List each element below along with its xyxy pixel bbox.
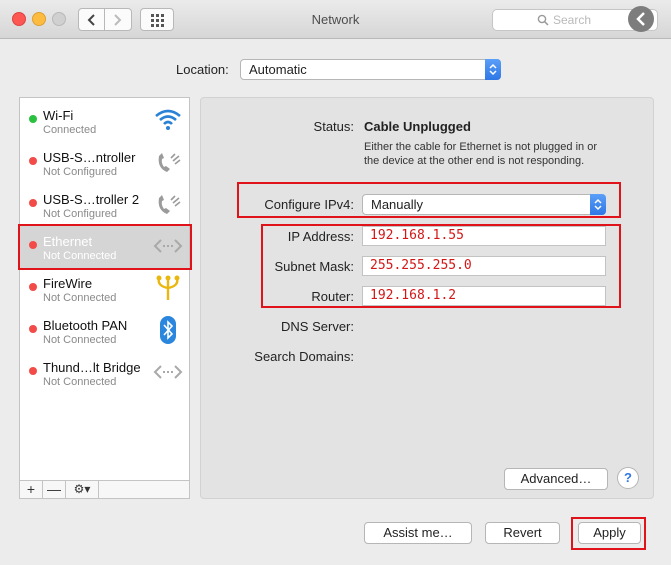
- add-service-button[interactable]: +: [20, 481, 43, 498]
- status-dot: [29, 325, 37, 333]
- chevron-left-icon: [636, 12, 645, 26]
- configure-ipv4-select[interactable]: Manually: [362, 194, 606, 215]
- updown-arrows-icon: [485, 59, 501, 80]
- search-placeholder: Search: [553, 13, 592, 27]
- service-status: Not Configured: [43, 208, 117, 220]
- navigate-back-button[interactable]: [628, 6, 654, 32]
- gear-menu-button[interactable]: ⚙▾: [66, 481, 99, 498]
- apply-button[interactable]: Apply: [578, 522, 641, 544]
- service-status: Not Connected: [43, 292, 117, 304]
- help-button[interactable]: ?: [617, 467, 639, 489]
- service-name: USB-S…ntroller: [43, 150, 136, 165]
- service-name: Thund…lt Bridge: [43, 360, 141, 375]
- service-name: Ethernet: [43, 234, 93, 249]
- service-status: Not Connected: [43, 250, 117, 262]
- assist-me-button[interactable]: Assist me…: [364, 522, 472, 544]
- configure-ipv4-label: Configure IPv4:: [264, 197, 354, 212]
- remove-service-button[interactable]: —: [43, 481, 66, 498]
- configure-ipv4-value: Manually: [371, 197, 424, 212]
- status-dot: [29, 199, 37, 207]
- location-label: Location:: [176, 62, 229, 77]
- service-status: Connected: [43, 124, 97, 136]
- status-dot: [29, 283, 37, 291]
- location-value: Automatic: [249, 62, 307, 77]
- service-name: Wi-Fi: [43, 108, 74, 123]
- status-dot: [29, 367, 37, 375]
- revert-button[interactable]: Revert: [485, 522, 560, 544]
- sidebar-footer: + — ⚙▾: [20, 480, 189, 498]
- router-field[interactable]: 192.168.1.2: [362, 286, 606, 306]
- service-status: Not Connected: [43, 334, 117, 346]
- status-dot: [29, 115, 37, 123]
- router-label: Router:: [311, 289, 354, 304]
- service-status: Not Connected: [43, 376, 117, 388]
- service-name: FireWire: [43, 276, 93, 291]
- service-name: Bluetooth PAN: [43, 318, 128, 333]
- status-dot: [29, 241, 37, 249]
- title-bar: Network Search: [0, 0, 671, 39]
- ip-address-label: IP Address:: [287, 229, 354, 244]
- subnet-mask-label: Subnet Mask:: [274, 259, 355, 274]
- subnet-mask-value: 255.255.255.0: [370, 258, 472, 273]
- status-description: Either the cable for Ethernet is not plu…: [364, 141, 597, 167]
- service-name: USB-S…troller 2: [43, 192, 140, 207]
- search-icon: [537, 14, 549, 26]
- status-label: Status:: [313, 119, 354, 134]
- dns-server-label: DNS Server:: [281, 319, 354, 334]
- service-item-usb-1[interactable]: USB-S…ntroller Not Configured: [20, 142, 189, 184]
- ip-address-value: 192.168.1.55: [370, 228, 464, 243]
- location-select[interactable]: Automatic: [240, 59, 501, 80]
- updown-arrows-icon: [590, 194, 606, 215]
- status-value: Cable Unplugged: [364, 119, 471, 134]
- phone-icon: [158, 153, 181, 172]
- ip-address-field[interactable]: 192.168.1.55: [362, 226, 606, 246]
- search-domains-label: Search Domains:: [254, 349, 354, 364]
- advanced-button[interactable]: Advanced…: [504, 468, 608, 490]
- service-status: Not Configured: [43, 166, 117, 178]
- subnet-mask-field[interactable]: 255.255.255.0: [362, 256, 606, 276]
- router-value: 192.168.1.2: [370, 288, 457, 303]
- status-dot: [29, 157, 37, 165]
